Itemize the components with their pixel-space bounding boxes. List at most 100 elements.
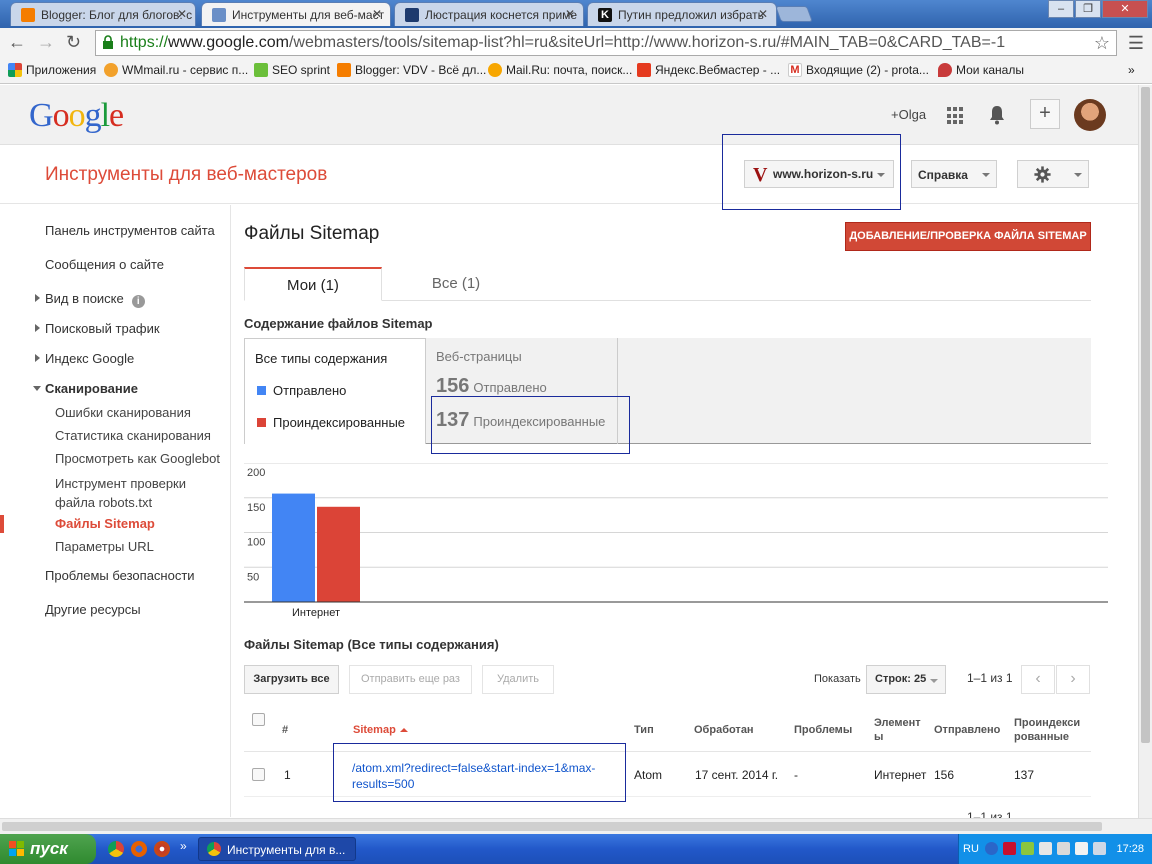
network-icon[interactable] xyxy=(1057,842,1070,855)
next-page-button[interactable]: › xyxy=(1056,665,1090,694)
scrollbar-thumb[interactable] xyxy=(1141,87,1150,743)
sidebar-item-dashboard[interactable]: Панель инструментов сайта xyxy=(45,223,215,238)
tray-app-icon[interactable] xyxy=(1075,842,1088,855)
sidebar-item-label: Поисковый трафик xyxy=(45,321,160,336)
site-url: www.horizon-s.ru xyxy=(773,167,874,181)
tray-app-icon[interactable] xyxy=(1021,842,1034,855)
sidebar-item-messages[interactable]: Сообщения о сайте xyxy=(45,257,164,272)
close-tab-icon[interactable]: ✕ xyxy=(372,7,382,21)
footer-pagination-partial: 1–1 из 1 xyxy=(244,808,1091,818)
share-plus-button[interactable]: + xyxy=(1030,99,1060,129)
col-type[interactable]: Тип xyxy=(634,723,654,737)
product-title[interactable]: Инструменты для веб-мастеров xyxy=(45,164,327,186)
browser-tab-webmasters[interactable]: Инструменты для веб-маст ✕ xyxy=(201,2,391,26)
chrome-quicklaunch-icon[interactable] xyxy=(108,841,124,857)
sidebar-item-google-index[interactable]: Индекс Google xyxy=(35,351,134,366)
forward-arrow-icon[interactable]: → xyxy=(37,32,55,53)
sidebar-item-crawl[interactable]: Сканирование xyxy=(33,381,138,396)
sidebar-item-crawl-errors[interactable]: Ошибки сканирования xyxy=(55,405,191,420)
maximize-icon[interactable]: ❐ xyxy=(1075,0,1101,18)
sidebar-item-security-issues[interactable]: Проблемы безопасности xyxy=(45,568,195,583)
bookmark-gmail[interactable]: M Входящие (2) - prota... xyxy=(788,63,929,77)
all-content-types-card[interactable]: Все типы содержания Отправлено Проиндекс… xyxy=(244,338,426,444)
close-tab-icon[interactable]: ✕ xyxy=(565,7,575,21)
browser-toolbar: ← → ↻ https://www.google.com/webmasters/… xyxy=(0,28,1152,58)
bookmark-blogger-vdv[interactable]: Blogger: VDV - Всё дл... xyxy=(337,63,486,77)
sidebar-item-sitemaps[interactable]: Файлы Sitemap xyxy=(55,516,155,531)
info-icon[interactable]: i xyxy=(131,295,145,308)
taskbar-item-chrome[interactable]: Инструменты для в... xyxy=(198,837,356,861)
settings-button[interactable] xyxy=(1017,160,1089,188)
browser-tab-putin[interactable]: K Путин предложил избрать ✕ xyxy=(587,2,777,26)
sitemap-stats-panel: Все типы содержания Отправлено Проиндекс… xyxy=(244,338,1091,444)
sidebar-item-crawl-stats[interactable]: Статистика сканирования xyxy=(55,428,211,443)
quicklaunch-more-icon[interactable]: » xyxy=(180,839,187,853)
resend-button[interactable]: Отправить еще раз xyxy=(349,665,472,694)
firefox-quicklaunch-icon[interactable] xyxy=(131,841,147,857)
volume-icon[interactable] xyxy=(1093,842,1106,855)
apps-grid-icon[interactable] xyxy=(947,107,965,125)
sidebar-item-fetch-as-googlebot[interactable]: Просмотреть как Googlebot xyxy=(55,451,220,466)
sidebar-item-robots-tester[interactable]: Инструмент проверки файла robots.txt xyxy=(55,474,205,512)
site-selector[interactable]: V www.horizon-s.ru xyxy=(744,160,894,188)
vertical-scrollbar[interactable] xyxy=(1138,85,1152,818)
browser-tab-blogger[interactable]: Blogger: Блог для блогов: с ✕ xyxy=(10,2,196,26)
row-checkbox[interactable] xyxy=(252,768,265,781)
start-button[interactable]: пуск xyxy=(0,834,96,864)
col-sitemap[interactable]: Sitemap xyxy=(353,723,408,737)
bookmark-wmmail[interactable]: WMmail.ru - сервис п... xyxy=(104,63,248,77)
close-tab-icon[interactable]: ✕ xyxy=(177,7,187,21)
bookmark-yandex-webmaster[interactable]: Яндекс.Вебмастер - ... xyxy=(637,63,780,77)
delete-button[interactable]: Удалить xyxy=(482,665,554,694)
browser-tab-lustration[interactable]: Люстрация коснется приме ✕ xyxy=(394,2,584,26)
upload-all-button[interactable]: Загрузить все xyxy=(244,665,339,694)
help-button[interactable]: Справка xyxy=(911,160,997,188)
bookmark-my-channels[interactable]: Мои каналы xyxy=(938,63,1024,77)
rows-per-page-select[interactable]: Строк: 25 xyxy=(866,665,946,694)
col-indexed[interactable]: Проиндекси рованные xyxy=(1014,716,1088,744)
chrome-menu-icon[interactable]: ☰ xyxy=(1128,33,1144,54)
minimize-icon[interactable]: – xyxy=(1048,0,1074,18)
col-problems[interactable]: Проблемы xyxy=(794,723,852,737)
reload-icon[interactable]: ↻ xyxy=(66,32,81,53)
bookmark-seosprint[interactable]: SEO sprint xyxy=(254,63,330,77)
scrollbar-thumb[interactable] xyxy=(2,822,1102,831)
tab-all[interactable]: Все (1) xyxy=(386,267,526,301)
bookmarks-overflow-icon[interactable]: » xyxy=(1128,63,1135,77)
notifications-bell-icon[interactable] xyxy=(988,105,1006,125)
gear-icon xyxy=(1034,166,1051,183)
col-items[interactable]: Элемент ы xyxy=(874,716,932,744)
add-test-sitemap-button[interactable]: ДОБАВЛЕНИЕ/ПРОВЕРКА ФАЙЛА SITEMAP xyxy=(845,222,1091,251)
sidebar-item-url-parameters[interactable]: Параметры URL xyxy=(55,539,154,554)
kommersant-icon: K xyxy=(598,8,612,22)
close-tab-icon[interactable]: ✕ xyxy=(758,7,768,21)
horizontal-scrollbar[interactable] xyxy=(0,818,1152,834)
chevron-down-icon xyxy=(1074,173,1082,177)
language-indicator[interactable]: RU xyxy=(963,843,979,855)
bookmark-mailru[interactable]: Mail.Ru: почта, поиск... xyxy=(488,63,632,77)
select-all-checkbox[interactable] xyxy=(252,713,265,726)
ati-icon[interactable] xyxy=(1003,842,1016,855)
col-sent[interactable]: Отправлено xyxy=(934,723,1000,737)
tab-mine[interactable]: Мои (1) xyxy=(244,267,382,301)
tray-app-icon[interactable] xyxy=(1039,842,1052,855)
prev-page-button[interactable]: ‹ xyxy=(1021,665,1055,694)
sidebar-item-other-resources[interactable]: Другие ресурсы xyxy=(45,602,141,617)
back-arrow-icon[interactable]: ← xyxy=(8,32,26,53)
plus-user-link[interactable]: +Olga xyxy=(891,107,926,122)
close-window-icon[interactable]: ✕ xyxy=(1102,0,1148,18)
tray-arrow-icon[interactable] xyxy=(985,842,998,855)
content-section-title: Содержание файлов Sitemap xyxy=(244,316,433,331)
browser-tab-strip: Blogger: Блог для блогов: с ✕ Инструмент… xyxy=(0,0,1152,28)
new-tab-button[interactable] xyxy=(775,6,813,22)
avatar[interactable] xyxy=(1074,99,1106,131)
google-logo[interactable]: Google xyxy=(29,97,124,135)
col-processed[interactable]: Обработан xyxy=(694,723,754,737)
bookmark-star-icon[interactable]: ☆ xyxy=(1094,33,1110,54)
sidebar-item-search-traffic[interactable]: Поисковый трафик xyxy=(35,321,160,336)
app-quicklaunch-icon[interactable] xyxy=(154,841,170,857)
bookmark-apps[interactable]: Приложения xyxy=(8,63,96,77)
address-bar[interactable]: https://www.google.com/webmasters/tools/… xyxy=(95,30,1117,56)
sidebar-item-search-appearance[interactable]: Вид в поиске i xyxy=(35,291,145,308)
google-header: Google +Olga + xyxy=(0,85,1138,145)
